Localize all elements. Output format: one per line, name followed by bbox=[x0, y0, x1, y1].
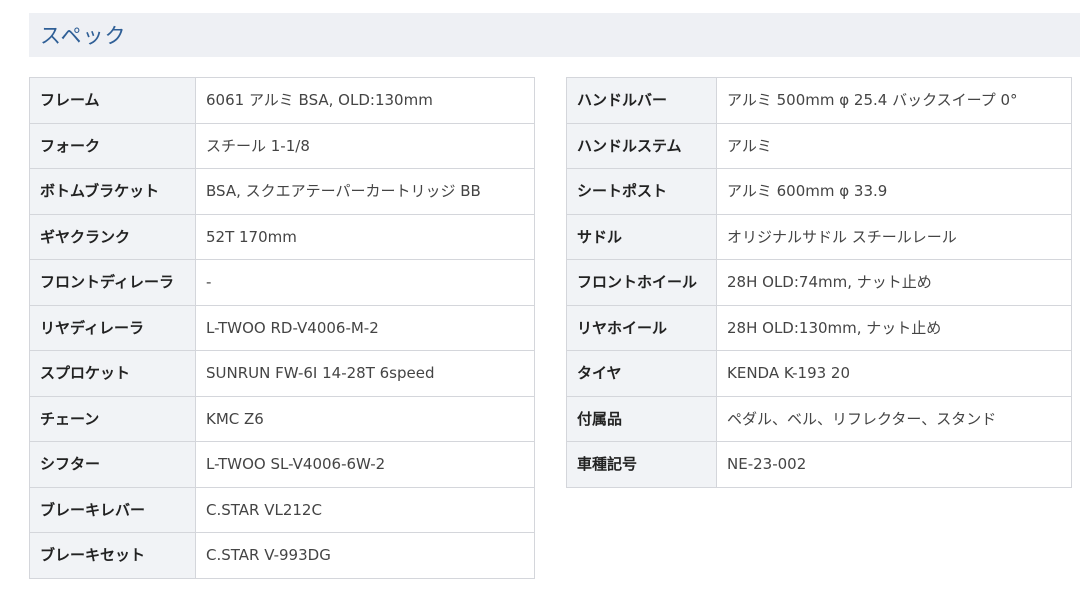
spec-row: リヤディレーラ L-TWOO RD-V4006-M-2 bbox=[29, 304, 535, 351]
spec-label: ギヤクランク bbox=[29, 213, 196, 260]
spec-label: タイヤ bbox=[566, 350, 717, 397]
spec-value: NE-23-002 bbox=[716, 441, 1072, 488]
spec-row: フレーム 6061 アルミ BSA, OLD:130mm bbox=[29, 77, 535, 124]
spec-label: サドル bbox=[566, 213, 717, 260]
spec-value: L-TWOO RD-V4006-M-2 bbox=[195, 304, 535, 351]
spec-row: スプロケット SUNRUN FW-6I 14-28T 6speed bbox=[29, 350, 535, 397]
spec-label: 車種記号 bbox=[566, 441, 717, 488]
spec-row: タイヤ KENDA K-193 20 bbox=[566, 350, 1072, 397]
spec-value: オリジナルサドル スチールレール bbox=[716, 213, 1072, 260]
spec-row: ハンドルステム アルミ bbox=[566, 122, 1072, 169]
spec-label: リヤディレーラ bbox=[29, 304, 196, 351]
spec-value: C.STAR VL212C bbox=[195, 486, 535, 533]
spec-value: スチール 1-1/8 bbox=[195, 122, 535, 169]
spec-row: ブレーキレバー C.STAR VL212C bbox=[29, 486, 535, 533]
spec-value: 6061 アルミ BSA, OLD:130mm bbox=[195, 77, 535, 124]
spec-row: 付属品 ペダル、ベル、リフレクター、スタンド bbox=[566, 395, 1072, 442]
spec-row: 車種記号 NE-23-002 bbox=[566, 441, 1072, 488]
spec-label: スプロケット bbox=[29, 350, 196, 397]
section-header: スペック bbox=[29, 13, 1080, 57]
spec-value: アルミ bbox=[716, 122, 1072, 169]
spec-label: フォーク bbox=[29, 122, 196, 169]
spec-value: アルミ 600mm φ 33.9 bbox=[716, 168, 1072, 215]
spec-label: チェーン bbox=[29, 395, 196, 442]
spec-label: リヤホイール bbox=[566, 304, 717, 351]
spec-value: SUNRUN FW-6I 14-28T 6speed bbox=[195, 350, 535, 397]
spec-row: サドル オリジナルサドル スチールレール bbox=[566, 213, 1072, 260]
spec-row: ブレーキセット C.STAR V-993DG bbox=[29, 532, 535, 579]
section-title: スペック bbox=[40, 24, 127, 48]
spec-value: C.STAR V-993DG bbox=[195, 532, 535, 579]
spec-value: - bbox=[195, 259, 535, 306]
spec-label: シートポスト bbox=[566, 168, 717, 215]
spec-page: スペック フレーム 6061 アルミ BSA, OLD:130mm フォーク ス… bbox=[0, 0, 1080, 592]
spec-value: 52T 170mm bbox=[195, 213, 535, 260]
spec-row: ボトムブラケット BSA, スクエアテーパーカートリッジ BB bbox=[29, 168, 535, 215]
spec-row: シートポスト アルミ 600mm φ 33.9 bbox=[566, 168, 1072, 215]
spec-label: フレーム bbox=[29, 77, 196, 124]
spec-value: BSA, スクエアテーパーカートリッジ BB bbox=[195, 168, 535, 215]
spec-label: ボトムブラケット bbox=[29, 168, 196, 215]
spec-row: フロントディレーラ - bbox=[29, 259, 535, 306]
spec-value: KENDA K-193 20 bbox=[716, 350, 1072, 397]
spec-label: ブレーキセット bbox=[29, 532, 196, 579]
spec-value: ペダル、ベル、リフレクター、スタンド bbox=[716, 395, 1072, 442]
spec-label: シフター bbox=[29, 441, 196, 488]
spec-value: L-TWOO SL-V4006-6W-2 bbox=[195, 441, 535, 488]
spec-label: ブレーキレバー bbox=[29, 486, 196, 533]
spec-row: フォーク スチール 1-1/8 bbox=[29, 122, 535, 169]
spec-row: シフター L-TWOO SL-V4006-6W-2 bbox=[29, 441, 535, 488]
spec-row: ハンドルバー アルミ 500mm φ 25.4 バックスイープ 0° bbox=[566, 77, 1072, 124]
spec-label: ハンドルステム bbox=[566, 122, 717, 169]
spec-table-left: フレーム 6061 アルミ BSA, OLD:130mm フォーク スチール 1… bbox=[29, 77, 535, 579]
spec-label: フロントホイール bbox=[566, 259, 717, 306]
spec-value: アルミ 500mm φ 25.4 バックスイープ 0° bbox=[716, 77, 1072, 124]
spec-label: フロントディレーラ bbox=[29, 259, 196, 306]
spec-table-right: ハンドルバー アルミ 500mm φ 25.4 バックスイープ 0° ハンドルス… bbox=[566, 77, 1072, 488]
spec-label: 付属品 bbox=[566, 395, 717, 442]
spec-value: 28H OLD:74mm, ナット止め bbox=[716, 259, 1072, 306]
spec-row: フロントホイール 28H OLD:74mm, ナット止め bbox=[566, 259, 1072, 306]
spec-row: チェーン KMC Z6 bbox=[29, 395, 535, 442]
spec-row: リヤホイール 28H OLD:130mm, ナット止め bbox=[566, 304, 1072, 351]
spec-row: ギヤクランク 52T 170mm bbox=[29, 213, 535, 260]
spec-value: KMC Z6 bbox=[195, 395, 535, 442]
spec-label: ハンドルバー bbox=[566, 77, 717, 124]
spec-value: 28H OLD:130mm, ナット止め bbox=[716, 304, 1072, 351]
